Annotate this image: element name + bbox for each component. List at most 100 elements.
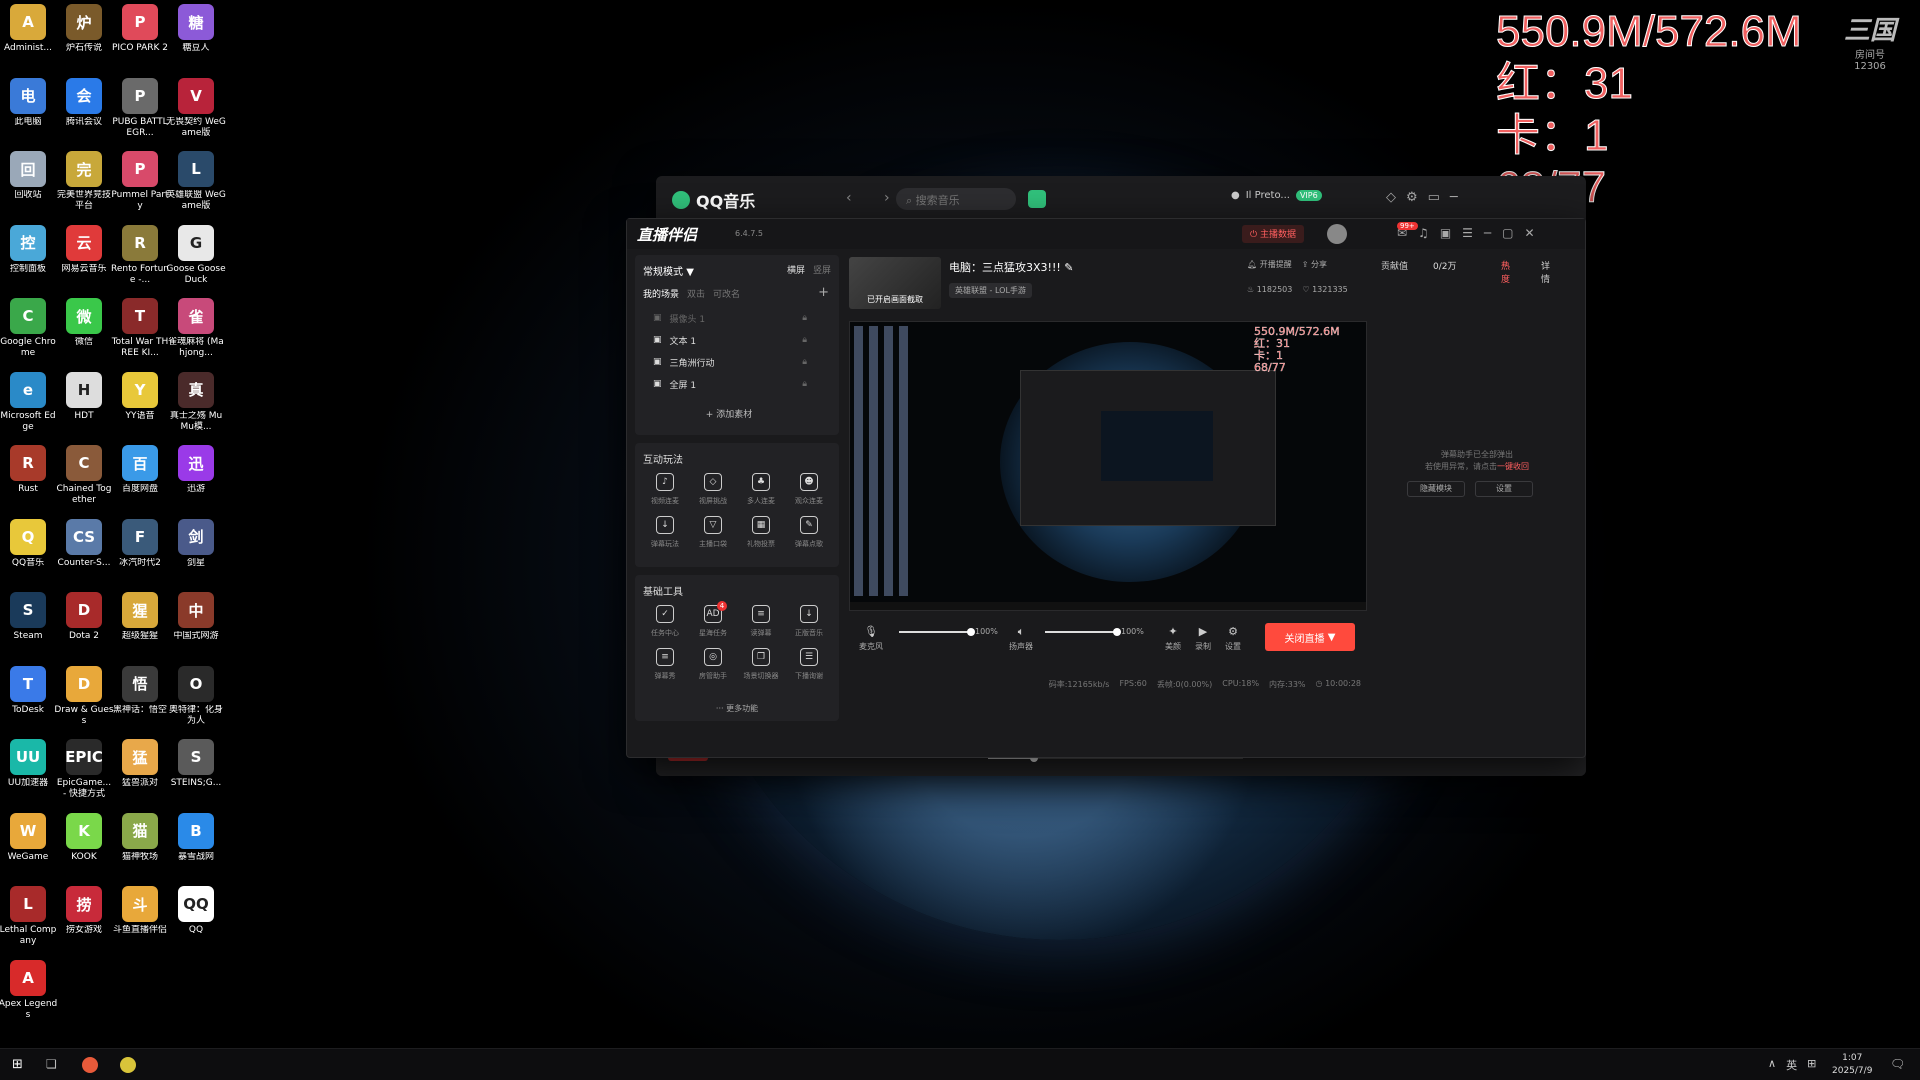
- desktop-icon[interactable]: A Apex Legends: [0, 959, 57, 1032]
- desktop-icon[interactable]: C Google Chrome: [0, 298, 56, 370]
- tool-button[interactable]: ↓ 弹幕玩法: [641, 516, 689, 549]
- tab-portrait[interactable]: 竖屏: [813, 263, 831, 276]
- desktop-icon[interactable]: 会腾讯会议: [56, 77, 112, 150]
- tool-button[interactable]: ♣ 多人连麦: [737, 473, 785, 506]
- desktop-icon[interactable]: 糖糖豆人: [168, 4, 224, 76]
- tool-button[interactable]: ☰ 下播询谢: [785, 648, 833, 681]
- desktop-icon[interactable]: 剑剑星: [168, 518, 224, 591]
- heat-tab-label[interactable]: 热度: [1501, 259, 1510, 285]
- desktop-icon[interactable]: T Total War THREE KI...: [112, 298, 168, 370]
- qqmusic-search-input[interactable]: ⌕ 搜索音乐: [896, 188, 1016, 210]
- qqmusic-user[interactable]: ● Il Preto... VIP6: [1231, 190, 1322, 201]
- keyboard-icon[interactable]: ⊞: [1807, 1057, 1816, 1073]
- tool-button[interactable]: ≡ 弹幕秀: [641, 648, 689, 681]
- desktop-icon[interactable]: D Dota 2: [56, 592, 112, 664]
- desktop-icon[interactable]: O 奥特律：化身为人: [168, 665, 224, 738]
- desktop-icon[interactable]: 控控制面板: [0, 224, 56, 297]
- listen-recognize-button[interactable]: [1028, 190, 1046, 208]
- lock-icon[interactable]: 🔒︎: [802, 379, 807, 389]
- mic-control[interactable]: 🎙︎ 麦克风: [859, 625, 883, 652]
- desktop-icon[interactable]: 斗斗鱼直播伴侣: [112, 886, 168, 958]
- input-method-icon[interactable]: 英: [1786, 1057, 1797, 1073]
- desktop-icon[interactable]: A Administ...: [0, 4, 56, 76]
- desktop-icon[interactable]: 猫猫神牧场: [112, 812, 168, 885]
- tool-button[interactable]: ♪ 视频连麦: [641, 473, 689, 506]
- add-material-button[interactable]: + 添加素材: [635, 407, 823, 420]
- desktop-icon[interactable]: 微微信: [56, 298, 112, 370]
- desktop-icon[interactable]: C Chained Together: [56, 445, 112, 517]
- share-link[interactable]: ⇪ 分享: [1302, 259, 1327, 270]
- source-item[interactable]: ▣ 全屏 1 🔒︎: [643, 373, 831, 395]
- tool-button[interactable]: ▦ 礼物投票: [737, 516, 785, 549]
- desktop-icon[interactable]: W WeGame: [0, 812, 56, 885]
- settings-button[interactable]: ⚙ 设置: [1225, 625, 1241, 652]
- taskbar-app-qqmusic-icon[interactable]: [120, 1057, 136, 1073]
- desktop-icon[interactable]: 电此电脑: [0, 77, 56, 150]
- mic-knob[interactable]: [967, 628, 975, 636]
- tool-button[interactable]: ☻ 观众连麦: [785, 473, 833, 506]
- tray-expand-icon[interactable]: ∧: [1768, 1057, 1776, 1073]
- desktop-icon[interactable]: H HDT: [56, 371, 112, 444]
- desktop-icon[interactable]: 完完美世界竞技平台: [56, 151, 112, 223]
- desktop-icon[interactable]: V 无畏契约 WeGame版: [166, 77, 226, 150]
- desktop-icon[interactable]: S STEINS;G...: [168, 739, 224, 811]
- desktop-icon[interactable]: 云网易云音乐: [56, 224, 112, 297]
- tool-button[interactable]: ◎ 房管助手: [689, 648, 737, 681]
- source-item[interactable]: ▣ 摄像头 1 🔒︎: [643, 307, 831, 329]
- source-item[interactable]: ▣ 三角洲行动 🔒︎: [643, 351, 831, 373]
- desktop-icon[interactable]: K KOOK: [56, 812, 112, 885]
- tool-button[interactable]: ▽ 主播口袋: [689, 516, 737, 549]
- desktop-icon[interactable]: R Rust: [0, 445, 56, 517]
- desktop-icon[interactable]: S Steam: [0, 592, 56, 664]
- speaker-volume-slider[interactable]: [1045, 628, 1121, 636]
- desktop-icon[interactable]: e Microsoft Edge: [0, 371, 56, 444]
- desktop-icon[interactable]: T ToDesk: [0, 665, 56, 738]
- task-view-icon[interactable]: ❏: [46, 1057, 57, 1071]
- desktop-icon[interactable]: Q QQ音乐: [0, 518, 56, 591]
- tool-button[interactable]: ✎ 弹幕点歌: [785, 516, 833, 549]
- desktop-icon[interactable]: 百百度网盘: [112, 445, 168, 517]
- live-companion-window[interactable]: 直播伴侣 6.4.7.5 ⏻ 主播数据 ✉♫▣☰─▢✕ 99+ 常规模式 ▼ 横…: [626, 218, 1586, 758]
- avatar[interactable]: [1327, 224, 1347, 244]
- desktop-icon[interactable]: R Rento Fortune -...: [111, 224, 169, 297]
- room-cover[interactable]: 已开启画面截取: [849, 257, 941, 309]
- window-control-icons[interactable]: ✉♫▣☰─▢✕: [1397, 226, 1546, 240]
- tool-button[interactable]: ✓ 任务中心: [641, 605, 689, 638]
- room-category[interactable]: 英雄联盟 - LOL手游: [949, 283, 1032, 298]
- add-scene-icon[interactable]: +: [818, 285, 829, 300]
- record-button[interactable]: ▶ 录制: [1195, 625, 1211, 652]
- desktop-icon[interactable]: 中中国式网游: [168, 592, 224, 664]
- notification-icon[interactable]: 🗨︎: [1890, 1057, 1905, 1071]
- desktop-icon[interactable]: 迅迅游: [168, 445, 224, 517]
- taskbar-app-livecompanion-icon[interactable]: [82, 1057, 98, 1073]
- close-live-button[interactable]: 关闭直播 ▼: [1265, 623, 1355, 651]
- tab-my-scenes[interactable]: 我的场景: [643, 287, 679, 300]
- lock-icon[interactable]: 🔒︎: [802, 335, 807, 345]
- desktop-icon[interactable]: 雀雀魂麻将 (Mahjong...: [168, 298, 224, 370]
- desktop-icon[interactable]: 回回收站: [0, 151, 56, 223]
- desktop-icon[interactable]: B 暴雪战网: [168, 812, 224, 885]
- speaker-control[interactable]: 🔈︎ 扬声器: [1009, 625, 1033, 652]
- desktop-icon[interactable]: 捞捞女游戏: [56, 886, 112, 958]
- beauty-button[interactable]: ✦ 美颜: [1165, 625, 1181, 652]
- desktop-icon[interactable]: EPIC EpicGame... - 快捷方式: [56, 739, 112, 811]
- desktop-icon[interactable]: 炉炉石传说: [56, 4, 112, 76]
- room-title[interactable]: 电脑：三点猛攻3X3!!! ✎: [949, 259, 1073, 275]
- lock-icon[interactable]: 🔒︎: [802, 357, 807, 367]
- recall-link[interactable]: 一键收回: [1497, 462, 1529, 471]
- desktop-icon[interactable]: G Goose Goose Duck: [166, 224, 226, 297]
- mic-volume-slider[interactable]: [899, 628, 975, 636]
- hide-module-button[interactable]: 隐藏模块: [1407, 481, 1465, 497]
- details-link[interactable]: 详情 ›: [1541, 259, 1550, 285]
- lock-icon[interactable]: 🔒︎: [802, 313, 807, 323]
- right-settings-button[interactable]: 设置: [1475, 481, 1533, 497]
- qqmusic-window-tools[interactable]: ◇⚙▭─: [1386, 190, 1468, 205]
- desktop-icon[interactable]: Y YY语音: [112, 371, 168, 444]
- desktop-icon[interactable]: L 英雄联盟 WeGame版: [166, 151, 226, 223]
- desktop-icon[interactable]: CS Counter-S...: [56, 518, 112, 591]
- desktop-icon[interactable]: D Draw & Guess: [54, 665, 114, 738]
- stream-preview[interactable]: 550.9M/572.6M 红：31 卡：1 68/77: [849, 321, 1367, 611]
- desktop-icon[interactable]: QQ QQ: [168, 886, 224, 958]
- desktop-icon[interactable]: F 冰汽时代2: [112, 518, 168, 591]
- clock[interactable]: 1:07 2025/7/9: [1832, 1052, 1872, 1078]
